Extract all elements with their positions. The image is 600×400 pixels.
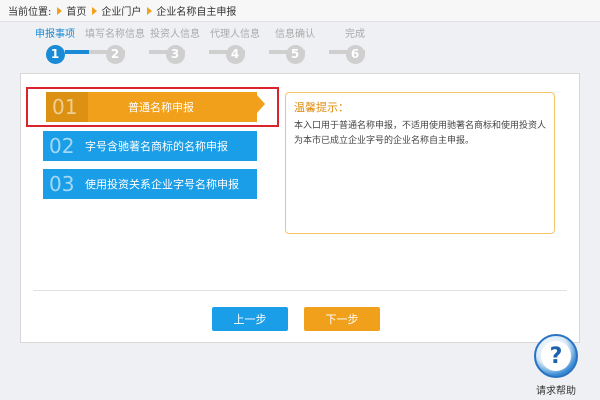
next-step-button[interactable]: 下一步 [304,307,380,331]
option-label: 使用投资关系企业字号名称申报 [85,178,239,191]
option-number: 03 [49,172,75,196]
step-6: 完成 6 [325,28,385,64]
step-label: 投资人信息 [150,29,200,40]
step-label: 完成 [345,29,365,40]
question-mark-glyph: ? [541,341,571,371]
step-label: 信息确认 [275,29,315,40]
breadcrumb: 当前位置: 首页 企业门户 企业名称自主申报 [0,0,600,22]
step-5: 信息确认 5 [265,28,325,64]
option-number: 01 [46,92,88,122]
tip-text: 本入口用于普通名称申报，不适用使用驰著名商标和使用投资人为本市已成立企业字号的企… [294,121,547,146]
tip-box: 温馨提示： 本入口用于普通名称申报，不适用使用驰著名商标和使用投资人为本市已成立… [285,92,555,234]
step-number: 4 [225,45,245,64]
help-button[interactable]: ? 请求帮助 [528,334,584,400]
step-3: 投资人信息 3 [145,28,205,64]
step-label: 代理人信息 [210,29,260,40]
breadcrumb-prefix: 当前位置: [8,7,52,18]
option-famous-trademark[interactable]: 02 字号含驰著名商标的名称申报 [43,131,257,161]
breadcrumb-item-current: 企业名称自主申报 [147,3,236,18]
step-label: 填写名称信息 [85,29,145,40]
breadcrumb-item-portal[interactable]: 企业门户 [92,3,141,18]
option-number: 02 [49,134,75,158]
option-label: 普通名称申报 [128,101,194,114]
step-progress: 申报事项 1 填写名称信息 2 投资人信息 3 代理人信息 4 信息确认 5 完… [28,28,378,70]
tip-title: 温馨提示： [294,101,349,114]
step-1: 申报事项 1 [25,28,85,64]
step-number: 5 [285,45,305,64]
chevron-right-icon [92,6,98,15]
chevron-right-icon [57,6,63,15]
breadcrumb-link[interactable]: 首页 [66,3,86,18]
prev-step-button[interactable]: 上一步 [212,307,288,331]
divider [33,290,567,291]
main-panel: 01 普通名称申报 02 字号含驰著名商标的名称申报 03 使用投资关系企业字号… [20,73,580,343]
step-2: 填写名称信息 2 [85,28,145,64]
option-investor-tradename[interactable]: 03 使用投资关系企业字号名称申报 [43,169,257,199]
step-label: 申报事项 [35,29,75,40]
chevron-right-icon [147,6,153,15]
breadcrumb-item-home[interactable]: 首页 [57,3,86,18]
step-number: 6 [345,45,365,64]
option-ordinary-name[interactable]: 01 普通名称申报 [46,92,257,122]
breadcrumb-link[interactable]: 企业门户 [101,3,141,18]
breadcrumb-current: 企业名称自主申报 [156,7,237,18]
step-number: 3 [165,45,185,64]
selected-pointer-icon [257,95,265,113]
question-icon: ? [534,334,578,378]
step-number: 1 [45,45,65,64]
step-4: 代理人信息 4 [205,28,265,64]
option-label: 字号含驰著名商标的名称申报 [85,140,228,153]
help-label: 请求帮助 [536,386,576,397]
step-number: 2 [105,45,125,64]
